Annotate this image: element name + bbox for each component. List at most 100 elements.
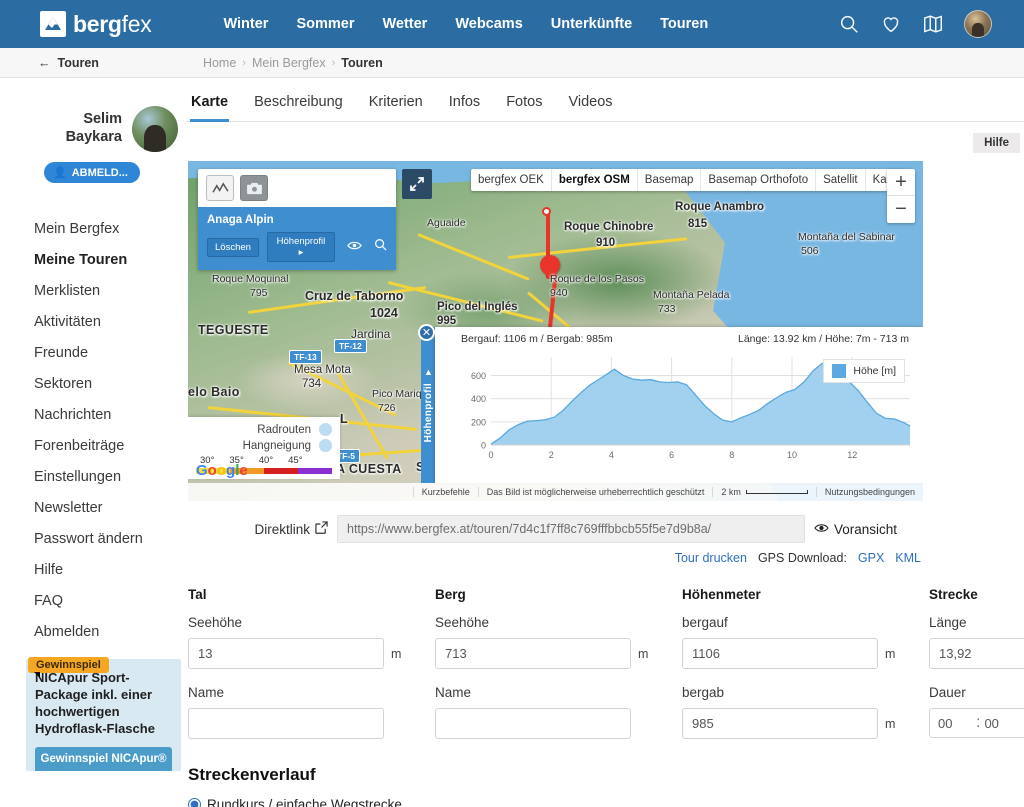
tab-videos[interactable]: Videos xyxy=(567,88,613,122)
tab-beschreibung[interactable]: Beschreibung xyxy=(253,88,344,122)
breadcrumb-home[interactable]: Home xyxy=(203,56,236,70)
zoom-to-tour-icon[interactable] xyxy=(374,238,387,256)
sidebar-item-merklisten[interactable]: Merklisten xyxy=(0,275,186,306)
delete-tour-button[interactable]: Löschen xyxy=(207,238,259,257)
sidebar-item-newsletter[interactable]: Newsletter xyxy=(0,492,186,523)
time-separator: : xyxy=(976,714,980,732)
direktlink-input[interactable] xyxy=(337,515,805,543)
berg-name-input[interactable] xyxy=(435,708,631,739)
eye-icon[interactable] xyxy=(347,238,362,256)
nav-item-unterkuenfte[interactable]: Unterkünfte xyxy=(551,16,632,32)
close-profile-button[interactable]: ✕ xyxy=(418,324,435,341)
external-link-icon[interactable] xyxy=(315,521,328,537)
voransicht-label: Voransicht xyxy=(834,522,897,537)
slope-tick: 45° xyxy=(288,455,302,466)
print-tour-link[interactable]: Tour drucken xyxy=(675,551,747,565)
nav-item-webcams[interactable]: Webcams xyxy=(455,16,522,32)
nav-item-wetter[interactable]: Wetter xyxy=(382,16,427,32)
sidebar-item-meine-touren[interactable]: Meine Touren xyxy=(0,244,186,275)
map-label: 995 xyxy=(437,315,456,327)
gpx-download-link[interactable]: GPX xyxy=(858,551,884,565)
radio-rundkurs-row[interactable]: Rundkurs / einfache Wegstrecke xyxy=(188,797,923,807)
zoom-in-button[interactable]: + xyxy=(887,169,915,196)
tal-name-input[interactable] xyxy=(188,708,384,739)
elevation-profile-button[interactable]: Höhenprofil ▸ xyxy=(267,232,335,262)
nav-item-sommer[interactable]: Sommer xyxy=(296,16,354,32)
layer-basemap[interactable]: Basemap xyxy=(638,169,702,191)
sidebar-item-abmelden[interactable]: Abmelden xyxy=(0,616,186,647)
dauer-hours-input[interactable] xyxy=(938,716,972,731)
track-start-dot xyxy=(542,207,551,216)
bergab-unit: m xyxy=(885,717,901,731)
berg-seehoehe-input[interactable] xyxy=(435,638,631,669)
dauer-minutes-input[interactable] xyxy=(984,716,1018,731)
map-icon[interactable] xyxy=(922,13,944,35)
sidebar-item-aktivitaeten[interactable]: Aktivitäten xyxy=(0,306,186,337)
heart-icon[interactable] xyxy=(880,13,902,35)
svg-text:400: 400 xyxy=(471,394,486,404)
sidebar-item-sektoren[interactable]: Sektoren xyxy=(0,368,186,399)
tal-seehoehe-input[interactable] xyxy=(188,638,384,669)
col-sub-tal-seehoehe: Seehöhe xyxy=(188,615,407,630)
user-first-name: Selim xyxy=(66,111,122,129)
layer-satellit[interactable]: Satellit xyxy=(816,169,866,191)
scale-label: 2 km xyxy=(721,487,741,497)
camera-icon[interactable] xyxy=(240,175,268,201)
back-to-touren-link[interactable]: ← Touren xyxy=(38,56,99,70)
col-title-strecke: Strecke xyxy=(929,587,1024,602)
nav-item-touren[interactable]: Touren xyxy=(660,16,708,32)
nav-item-winter[interactable]: Winter xyxy=(223,16,268,32)
sidebar-item-einstellungen[interactable]: Einstellungen xyxy=(0,461,186,492)
site-header: bergfex Winter Sommer Wetter Webcams Unt… xyxy=(0,0,1024,48)
terms-link[interactable]: Nutzungsbedingungen xyxy=(816,487,923,497)
search-icon[interactable] xyxy=(838,13,860,35)
laenge-input[interactable] xyxy=(929,638,1024,669)
breadcrumb-bar: ← Touren Home › Mein Bergfex › Touren xyxy=(0,48,1024,78)
avatar[interactable] xyxy=(964,10,992,38)
zoom-out-button[interactable]: − xyxy=(887,196,915,223)
mountain-logo-icon xyxy=(40,11,66,37)
logo-wordmark: bergfex xyxy=(73,11,151,38)
map-layer-selector: bergfex OEK bergfex OSM Basemap Basemap … xyxy=(471,169,907,191)
map-label: Roque Moquinal xyxy=(212,273,288,285)
slope-tick: 40° xyxy=(259,455,273,466)
layer-bergfex-oek[interactable]: bergfex OEK xyxy=(471,169,552,191)
sidebar-item-mein-bergfex[interactable]: Mein Bergfex xyxy=(0,213,186,244)
tab-kriterien[interactable]: Kriterien xyxy=(368,88,424,122)
layer-bergfex-osm[interactable]: bergfex OSM xyxy=(552,169,638,191)
sidebar-item-faq[interactable]: FAQ xyxy=(0,585,186,616)
map-label: 940 xyxy=(550,287,568,299)
sidebar-item-freunde[interactable]: Freunde xyxy=(0,337,186,368)
profile-tab-label: Höhenprofil xyxy=(423,383,434,442)
hangneigung-toggle[interactable] xyxy=(319,439,332,452)
bergfex-logo[interactable]: bergfex xyxy=(40,11,151,38)
bergab-input[interactable] xyxy=(682,708,878,739)
sidebar-item-hilfe[interactable]: Hilfe xyxy=(0,554,186,585)
bergauf-input[interactable] xyxy=(682,638,878,669)
voransicht-button[interactable]: Voransicht xyxy=(814,522,897,537)
profile-vertical-tab[interactable]: ▲ Höhenprofil xyxy=(421,327,436,483)
user-avatar[interactable] xyxy=(132,106,178,152)
layer-basemap-orthofoto[interactable]: Basemap Orthofoto xyxy=(701,169,816,191)
keyboard-shortcuts-link[interactable]: Kurzbefehle xyxy=(413,487,478,497)
radio-rundkurs[interactable] xyxy=(188,798,201,807)
logout-button[interactable]: 👤 ABMELD... xyxy=(44,162,140,183)
sidebar-item-passwort-aendern[interactable]: Passwort ändern xyxy=(0,523,186,554)
tour-map[interactable]: Aguaide Roque Chinobre 910 Roque Anambro… xyxy=(188,161,923,501)
col-sub-bergab: bergab xyxy=(682,685,901,700)
map-label: Roque de los Pasos xyxy=(550,273,644,285)
radrouten-toggle[interactable] xyxy=(319,423,332,436)
promo-button[interactable]: Gewinnspiel NICApur® xyxy=(35,747,172,771)
breadcrumb-mein-bergfex[interactable]: Mein Bergfex xyxy=(252,56,326,70)
sidebar-item-nachrichten[interactable]: Nachrichten xyxy=(0,399,186,430)
promo-card[interactable]: Gewinnspiel NICApur Sport-Package inkl. … xyxy=(26,659,181,771)
tab-karte[interactable]: Karte xyxy=(190,88,229,122)
dauer-input-group[interactable]: : : xyxy=(929,708,1024,738)
tab-infos[interactable]: Infos xyxy=(448,88,481,122)
help-button[interactable]: Hilfe xyxy=(973,133,1020,153)
fullscreen-icon[interactable] xyxy=(402,169,432,199)
elevation-chart-icon[interactable] xyxy=(206,175,234,201)
kml-download-link[interactable]: KML xyxy=(895,551,921,565)
tab-fotos[interactable]: Fotos xyxy=(505,88,543,122)
sidebar-item-forenbeitraege[interactable]: Forenbeiträge xyxy=(0,430,186,461)
